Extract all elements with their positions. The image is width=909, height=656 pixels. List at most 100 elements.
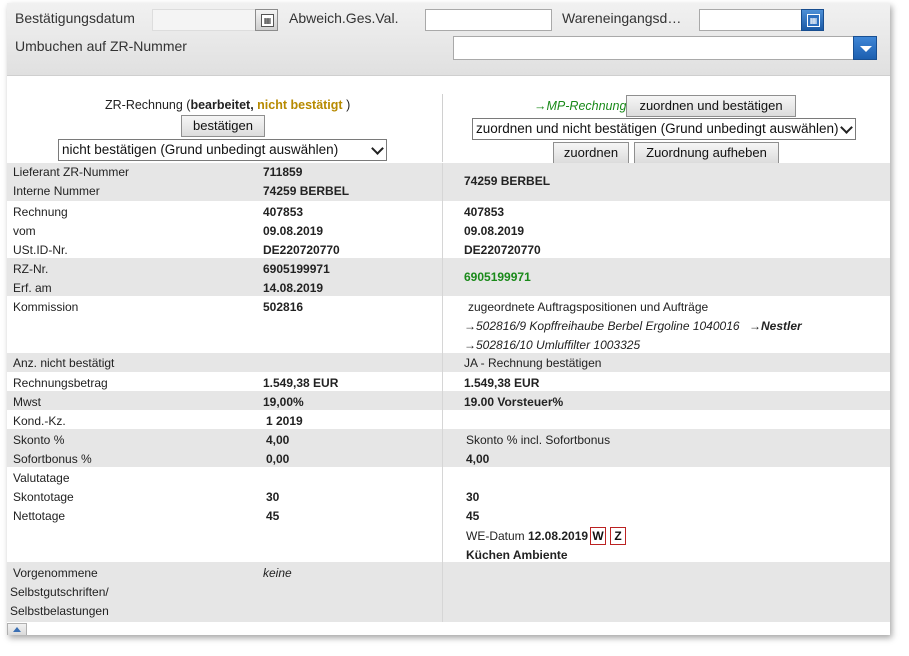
- assign-confirm-button[interactable]: zuordnen und bestätigen: [626, 95, 796, 117]
- umbuchen-dropdown-button[interactable]: [853, 36, 877, 60]
- reject-reason-select[interactable]: nicht bestätigen (Grund unbedingt auswäh…: [58, 139, 387, 161]
- umbuchen-input[interactable]: [453, 36, 855, 60]
- condition-row: Kond.-Kz. 1 2019: [7, 410, 890, 429]
- sofortbonus-zr-value: 0,00: [266, 452, 290, 466]
- assign-reject-select[interactable]: zuordnen und nicht bestätigen (Grund unb…: [472, 118, 856, 140]
- zr-title-text: ZR-Rechnung (: [105, 98, 191, 112]
- amount-row: Rechnungsbetrag 1.549,38 EUR 1.549,38 EU…: [7, 372, 890, 391]
- wareneingang-calendar-icon[interactable]: ▦: [801, 9, 824, 31]
- order-position-link-2[interactable]: →502816/10 Umluffilter 1003325: [464, 338, 640, 352]
- assign-reject-value: zuordnen und nicht bestätigen (Grund unb…: [476, 121, 839, 136]
- mwst-zr-value: 19,00%: [263, 395, 304, 409]
- vat-row: Mwst 19,00% 19.00 Vorsteuer%: [7, 391, 890, 410]
- kond-zr-value: 1 2019: [266, 414, 303, 428]
- abweich-label: Abweich.Ges.Val.: [289, 10, 399, 26]
- anz-mp-value: JA - Rechnung bestätigen: [464, 356, 602, 370]
- wareneingang-input[interactable]: [699, 9, 802, 31]
- supplier-row: Lieferant ZR-Nummer 711859 Interne Numme…: [7, 163, 890, 201]
- mp-invoice-link[interactable]: →MP-Rechnung: [534, 99, 626, 113]
- column-divider: [442, 94, 443, 162]
- confirm-button[interactable]: bestätigen: [181, 115, 265, 137]
- mwst-label: Mwst: [13, 395, 41, 409]
- invoice-row: Rechnung 407853 407853 vom 09.08.2019 09…: [7, 201, 890, 258]
- table-column-divider: [442, 163, 443, 622]
- kommission-mp-title: zugeordnete Auftragspositionen und Auftr…: [468, 300, 709, 314]
- we-z-button[interactable]: Z: [610, 527, 626, 545]
- erf-label: Erf. am: [13, 281, 52, 295]
- kommission-label: Kommission: [13, 300, 79, 314]
- close-paren: ): [346, 98, 351, 112]
- rechnung-zr-value: 407853: [263, 205, 304, 219]
- mwst-mp-value: 19.00 Vorsteuer%: [464, 395, 564, 409]
- ustid-zr-value: DE220720770: [263, 243, 340, 257]
- sofortbonus-mp-value: 4,00: [466, 452, 490, 466]
- interne-zr-value: 74259 BERBEL: [263, 184, 350, 198]
- wareneingang-label: Wareneingangsd…: [562, 10, 682, 26]
- rz-row: RZ-Nr. 6905199971 6905199971 Erf. am 14.…: [7, 258, 890, 296]
- vom-zr-value: 09.08.2019: [263, 224, 324, 238]
- unassign-button[interactable]: Zuordnung aufheben: [634, 142, 779, 164]
- bestaetigungsdatum-input[interactable]: [152, 9, 256, 31]
- skontotage-label: Skontotage: [13, 490, 74, 504]
- vorgenommene-label: Vorgenommene: [13, 566, 98, 580]
- interne-label: Interne Nummer: [13, 184, 100, 198]
- umbuchen-label: Umbuchen auf ZR-Nummer: [15, 38, 187, 54]
- sofortbonus-label: Sofortbonus %: [13, 452, 92, 466]
- discount-row: Skonto % 4,00 Skonto % incl. Sofortbonus…: [7, 429, 890, 467]
- payment-terms-row: Valutatage Skontotage 30 30 Nettotage 45…: [7, 467, 890, 562]
- bestaetigungsdatum-label: Bestätigungsdatum: [15, 10, 135, 26]
- rznr-label: RZ-Nr.: [13, 262, 49, 276]
- we-company-value: Küchen Ambiente: [466, 548, 568, 562]
- status-processed: bearbeitet,: [190, 98, 254, 112]
- chevron-down-icon: [840, 121, 853, 134]
- zr-invoice-title: ZR-Rechnung (bearbeitet, nicht bestätigt…: [105, 98, 350, 112]
- skonto-label: Skonto %: [13, 433, 65, 447]
- filter-bar: Bestätigungsdatum ▦ Abweich.Ges.Val. War…: [7, 3, 890, 76]
- erf-zr-value: 14.08.2019: [263, 281, 324, 295]
- nettotage-label: Nettotage: [13, 509, 66, 523]
- selbstbelastungen-label: Selbstbelastungen: [10, 604, 109, 618]
- selbstgutschriften-label: Selbstgutschriften/: [10, 585, 109, 599]
- vorgenommene-zr-value: keine: [263, 566, 292, 580]
- skontotage-mp-value: 30: [466, 490, 480, 504]
- betrag-label: Rechnungsbetrag: [13, 376, 108, 390]
- ustid-mp-value: DE220720770: [464, 243, 541, 257]
- kond-label: Kond.-Kz.: [13, 414, 66, 428]
- bestaetigungsdatum-calendar-icon[interactable]: ▦: [255, 9, 278, 31]
- chevron-down-icon: [860, 46, 872, 52]
- scroll-up-button[interactable]: [7, 623, 27, 635]
- we-datum-label: WE-Datum: [466, 529, 525, 543]
- order-tag-link[interactable]: →Nestler: [749, 319, 802, 333]
- rechnung-mp-value: 407853: [464, 205, 505, 219]
- invoice-comparison: ZR-Rechnung (bearbeitet, nicht bestätigt…: [7, 76, 890, 635]
- ustid-label: USt.ID-Nr.: [13, 243, 68, 257]
- reject-reason-value: nicht bestätigen (Grund unbedingt auswäh…: [62, 142, 339, 157]
- rznr-zr-value: 6905199971: [263, 262, 330, 276]
- unconfirmed-row: Anz. nicht bestätigt JA - Rechnung bestä…: [7, 353, 890, 372]
- kommission-zr-value: 502816: [263, 300, 304, 314]
- order-position-link-1[interactable]: →502816/9 Kopffreihaube Berbel Ergoline …: [464, 319, 740, 333]
- lieferant-zr-value: 711859: [263, 165, 303, 179]
- rechnung-label: Rechnung: [13, 205, 68, 219]
- arrow-up-icon: [13, 627, 21, 632]
- vom-mp-value: 09.08.2019: [464, 224, 525, 238]
- betrag-zr-value: 1.549,38 EUR: [263, 376, 339, 390]
- self-billing-row: Vorgenommene keine Selbstgutschriften/ S…: [7, 562, 890, 622]
- nettotage-mp-value: 45: [466, 509, 480, 523]
- abweich-input[interactable]: [425, 9, 552, 31]
- skontotage-zr-value: 30: [266, 490, 280, 504]
- status-not-confirmed: nicht bestätigt: [257, 98, 343, 112]
- we-w-button[interactable]: W: [590, 527, 606, 545]
- commission-row: Kommission 502816 zugeordnete Auftragspo…: [7, 296, 890, 353]
- invoice-frame: Bestätigungsdatum ▦ Abweich.Ges.Val. War…: [7, 3, 890, 635]
- anz-label: Anz. nicht bestätigt: [13, 356, 115, 370]
- vom-label: vom: [13, 224, 36, 238]
- chevron-down-icon: [371, 142, 384, 155]
- assign-button[interactable]: zuordnen: [553, 142, 629, 164]
- valutatage-label: Valutatage: [13, 471, 70, 485]
- skonto-mp-label: Skonto % incl. Sofortbonus: [466, 433, 611, 447]
- lieferant-label: Lieferant ZR-Nummer: [13, 165, 130, 179]
- we-datum-value: 12.08.2019: [528, 529, 589, 543]
- nettotage-zr-value: 45: [266, 509, 280, 523]
- rznr-mp-value: 6905199971: [464, 270, 531, 284]
